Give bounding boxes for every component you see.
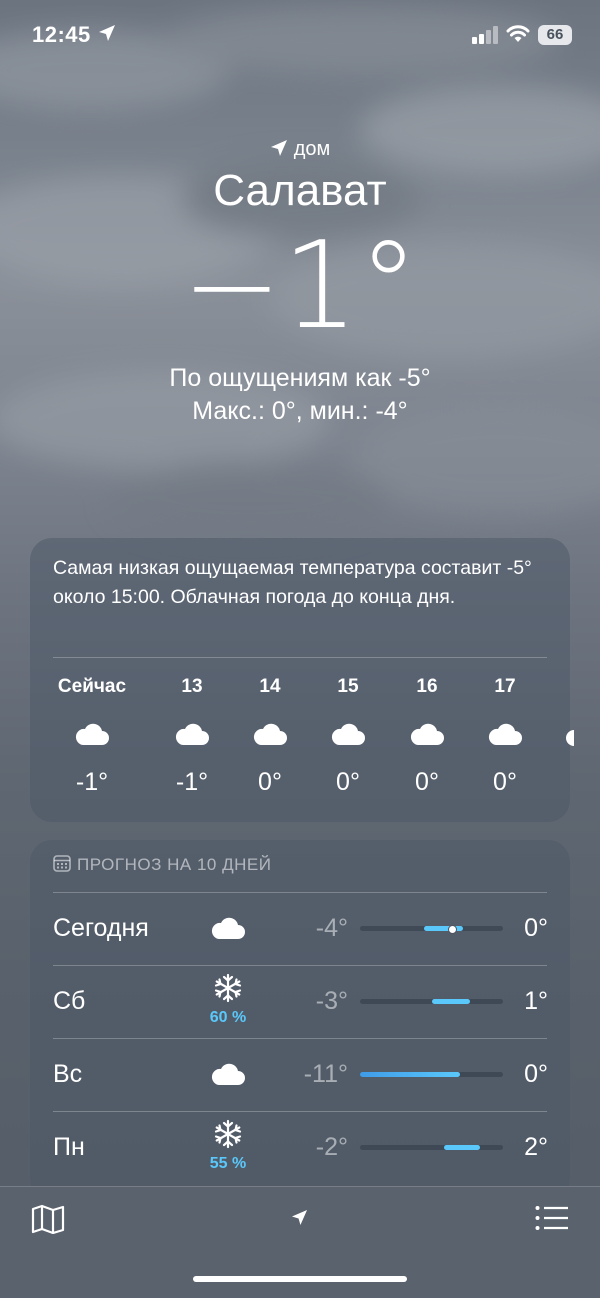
forecast-day-row[interactable]: Пн 55 % -2° 2° [30,1111,570,1184]
current-temperature: −1° [181,217,419,356]
wifi-icon [506,25,530,42]
hourly-item[interactable]: 17 0° [465,676,545,797]
high-low: Макс.: 0°, мин.: -4° [192,397,408,425]
forecast-day-row[interactable]: Сегодня -4° 0° [30,892,570,965]
forecast-day-row[interactable]: Вс -11° 0° [30,1038,570,1111]
low-temperature: -11° [303,1060,348,1088]
hourly-summary: Самая низкая ощущаемая температура соста… [53,557,532,608]
divider [53,657,547,658]
location-name: дом [293,138,331,160]
status-bar: 12:45 66 [0,18,600,54]
hourly-item[interactable]: 15 0° [308,676,388,797]
cloud-icon [387,722,467,748]
hour-label: 13 [181,676,203,697]
temperature-range-bar [360,925,503,934]
battery-indicator: 66 [538,25,572,45]
cloud-icon [208,1062,248,1091]
cloud-icon [52,722,132,748]
location-arrow-icon [270,140,287,156]
high-temperature: 2° [524,1133,548,1161]
day-name: Вс [53,1060,83,1088]
precipitation-chance: 55 % [209,1155,247,1172]
low-temperature: -4° [315,914,348,942]
temperature-range-bar [360,999,503,1004]
day-name: Пн [53,1133,85,1161]
location-arrow-icon[interactable] [291,1209,308,1226]
map-icon[interactable] [31,1204,65,1234]
hourly-item[interactable]: 16 0° [387,676,467,797]
precipitation-chance: 60 % [209,1009,247,1026]
temperature-range-fill [444,1145,481,1150]
cloud-icon [208,916,248,945]
hour-temperature: 0° [258,768,282,796]
hourly-item[interactable]: Сейчас -1° [52,676,132,797]
hourly-item[interactable]: 13 -1° [152,676,232,797]
hour-label: 16 [416,676,438,697]
location-arrow-icon [99,25,115,41]
temperature-range-fill [431,999,471,1004]
location-label: дом [0,138,600,161]
current-temperature-marker [447,925,457,934]
low-temperature: -2° [315,1133,348,1161]
hour-temperature: -1° [175,768,209,796]
hour-label: 17 [494,676,516,697]
temperature-range-fill [360,1072,461,1077]
forecast-day-row[interactable]: Сб 60 % -3° 1° [30,965,570,1038]
high-temperature: 1° [524,987,548,1015]
cloud-icon [308,722,388,748]
cloud-icon [230,722,310,748]
forecast-title-text: ПРОГНОЗ НА 10 ДНЕЙ [77,855,272,874]
hour-temperature: 0° [493,768,517,796]
hour-temperature: 0° [415,768,439,796]
list-icon[interactable] [535,1205,569,1231]
temperature-range-bar [360,1072,503,1077]
forecast-title: ПРОГНОЗ НА 10 ДНЕЙ [53,854,271,875]
city-name: Салават [213,166,387,215]
hourly-item[interactable]: 14 0° [230,676,310,797]
ten-day-forecast-card[interactable]: ПРОГНОЗ НА 10 ДНЕЙ Сегодня -4° 0° Сб 60 % -3°… [30,840,570,1200]
cellular-signal-icon [472,26,498,44]
hour-temperature: -1° [75,768,109,796]
cloud-icon [152,722,232,748]
hour-label: Сейчас [57,676,127,697]
snowflake-icon [208,1119,248,1154]
hour-label: 15 [337,676,359,697]
home-indicator[interactable] [193,1276,407,1282]
low-temperature: -3° [315,987,348,1015]
cloud-icon [566,730,574,746]
high-temperature: 0° [524,1060,548,1088]
status-time: 12:45 [32,22,91,47]
calendar-icon [53,855,71,872]
hour-temperature: 0° [336,768,360,796]
feels-like: По ощущениям как -5° [169,364,431,392]
temperature-range-bar [360,1145,503,1150]
hour-label: 14 [259,676,281,697]
temperature-range-fill [424,926,463,931]
snowflake-icon [208,973,248,1008]
high-temperature: 0° [524,914,548,942]
day-name: Сб [53,987,86,1015]
day-name: Сегодня [53,914,149,942]
cloud-icon [465,722,545,748]
hourly-forecast-card[interactable]: Самая низкая ощущаемая температура соста… [30,538,574,822]
